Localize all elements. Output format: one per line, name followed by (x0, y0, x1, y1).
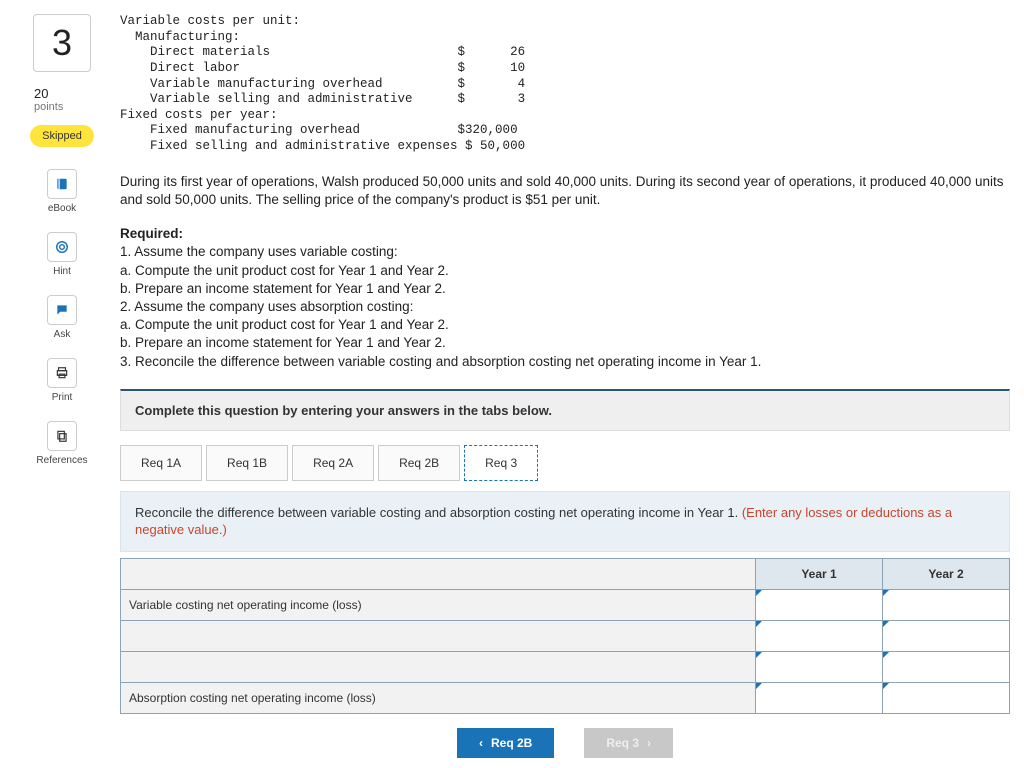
answer-table: Year 1 Year 2 Variable costing net opera… (120, 558, 1010, 714)
required-line: 1. Assume the company uses variable cost… (120, 243, 1010, 261)
required-line: b. Prepare an income statement for Year … (120, 334, 1010, 352)
ask-label: Ask (54, 329, 71, 340)
printer-icon (47, 358, 77, 388)
required-line: b. Prepare an income statement for Year … (120, 280, 1010, 298)
question-number: 3 (33, 14, 91, 72)
input-cell[interactable] (883, 620, 1010, 651)
hint-button[interactable]: Hint (47, 232, 77, 277)
required-line: 2. Assume the company uses absorption co… (120, 298, 1010, 316)
hint-label: Hint (53, 266, 71, 277)
header-year1: Year 1 (756, 558, 883, 589)
row-label: Absorption costing net operating income … (121, 682, 756, 713)
context-paragraph: During its first year of operations, Wal… (120, 173, 1010, 209)
prompt-main: Reconcile the difference between variabl… (135, 505, 742, 520)
next-button[interactable]: Req 3 › (584, 728, 673, 758)
tab-prompt: Reconcile the difference between variabl… (120, 491, 1010, 552)
table-row: Absorption costing net operating income … (121, 682, 1010, 713)
required-line: a. Compute the unit product cost for Yea… (120, 316, 1010, 334)
tabs-row: Req 1A Req 1B Req 2A Req 2B Req 3 (120, 445, 1010, 481)
tab-req-1a[interactable]: Req 1A (120, 445, 202, 481)
required-section: Required: 1. Assume the company uses var… (120, 225, 1010, 371)
input-cell[interactable] (883, 682, 1010, 713)
header-blank (121, 558, 756, 589)
row-label[interactable] (121, 620, 756, 651)
required-line: 3. Reconcile the difference between vari… (120, 353, 1010, 371)
copy-icon (47, 421, 77, 451)
chevron-left-icon: ‹ (479, 736, 483, 750)
tab-req-3[interactable]: Req 3 (464, 445, 538, 481)
chevron-right-icon: › (647, 736, 651, 750)
tab-req-2a[interactable]: Req 2A (292, 445, 374, 481)
points-block: 20 points (34, 86, 90, 113)
next-label: Req 3 (606, 736, 639, 750)
row-label[interactable] (121, 651, 756, 682)
input-cell[interactable] (883, 651, 1010, 682)
input-cell[interactable] (883, 589, 1010, 620)
table-row (121, 620, 1010, 651)
points-value: 20 (34, 86, 90, 101)
book-icon (47, 169, 77, 199)
table-row (121, 651, 1010, 682)
points-label: points (34, 101, 90, 113)
row-label: Variable costing net operating income (l… (121, 589, 756, 620)
instruction-bar: Complete this question by entering your … (120, 389, 1010, 431)
table-row: Variable costing net operating income (l… (121, 589, 1010, 620)
speech-bubble-icon (47, 295, 77, 325)
prev-label: Req 2B (491, 736, 532, 750)
references-button[interactable]: References (36, 421, 87, 466)
prev-button[interactable]: ‹ Req 2B (457, 728, 554, 758)
ebook-label: eBook (48, 203, 76, 214)
tab-req-2b[interactable]: Req 2B (378, 445, 460, 481)
ask-button[interactable]: Ask (47, 295, 77, 340)
input-cell[interactable] (756, 620, 883, 651)
lifebuoy-icon (47, 232, 77, 262)
ebook-button[interactable]: eBook (47, 169, 77, 214)
print-button[interactable]: Print (47, 358, 77, 403)
input-cell[interactable] (756, 682, 883, 713)
print-label: Print (52, 392, 73, 403)
cost-data-block: Variable costs per unit: Manufacturing: … (120, 14, 1010, 155)
status-badge: Skipped (30, 125, 94, 147)
input-cell[interactable] (756, 589, 883, 620)
tab-req-1b[interactable]: Req 1B (206, 445, 288, 481)
required-line: a. Compute the unit product cost for Yea… (120, 262, 1010, 280)
required-title: Required: (120, 225, 1010, 243)
input-cell[interactable] (756, 651, 883, 682)
references-label: References (36, 455, 87, 466)
header-year2: Year 2 (883, 558, 1010, 589)
